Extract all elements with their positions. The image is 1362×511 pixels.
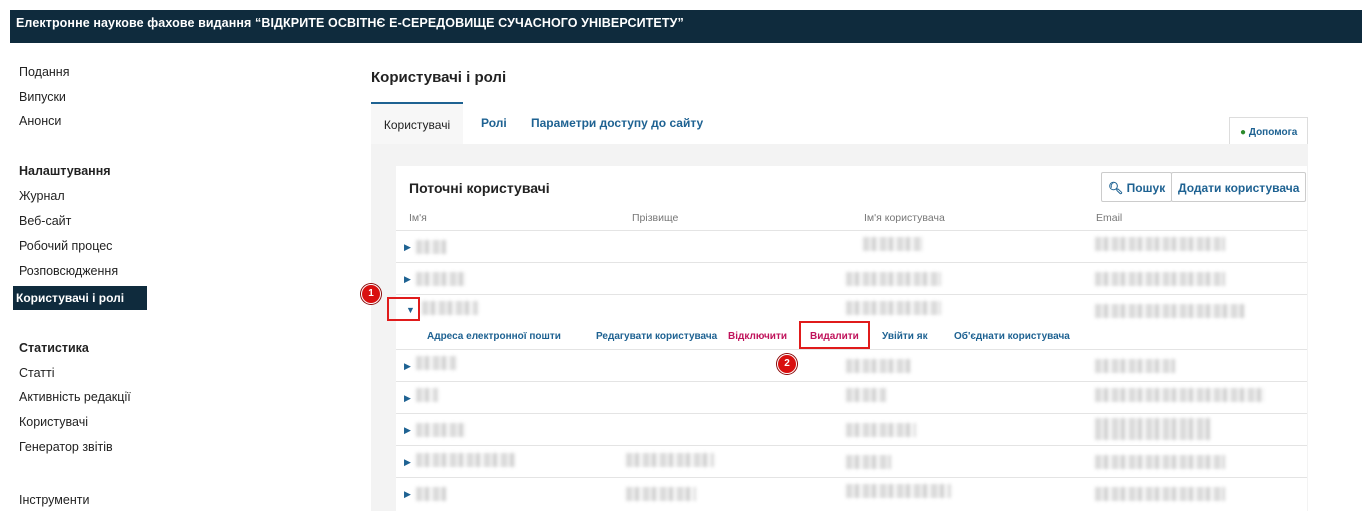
tab-bar: Користувачі Ролі Параметри доступу до са… — [371, 102, 1308, 144]
redacted-email — [1095, 487, 1225, 501]
redacted-email — [1095, 388, 1265, 402]
redacted-email — [1095, 304, 1245, 318]
step-badge-2: 2 — [777, 354, 797, 374]
sidebar-item-editorial-activity[interactable]: Активність редакції — [19, 390, 131, 404]
search-button[interactable]: 🔍︎ Пошук — [1101, 172, 1173, 202]
journal-title: Електронне наукове фахове видання “ВІДКР… — [16, 16, 684, 30]
redacted-email — [1095, 272, 1225, 286]
step-badge-1: 1 — [361, 284, 381, 304]
column-header-username[interactable]: Ім'я користувача — [864, 212, 945, 224]
redacted-username — [846, 272, 941, 286]
merge-user-link[interactable]: Об'єднати користувача — [954, 331, 1070, 342]
expand-arrow-icon[interactable]: ▶ — [404, 457, 411, 468]
add-user-button[interactable]: Додати користувача — [1171, 172, 1307, 202]
expand-arrow-icon[interactable]: ▶ — [404, 393, 411, 404]
table-row[interactable]: ▶ — [396, 262, 1307, 294]
login-as-link[interactable]: Увійти як — [882, 331, 928, 342]
sidebar-item-distribution[interactable]: Розповсюдження — [19, 264, 118, 278]
redacted-first-name — [416, 356, 456, 370]
tab-users[interactable]: Користувачі — [371, 102, 463, 144]
info-icon: ● — [1240, 127, 1247, 138]
column-header-first-name[interactable]: Ім'я — [409, 212, 427, 224]
sidebar-item-journal[interactable]: Журнал — [19, 189, 65, 203]
redacted-username — [846, 455, 891, 469]
disable-user-link[interactable]: Відключити — [728, 331, 787, 342]
redacted-first-name — [416, 487, 446, 501]
redacted-first-name — [422, 301, 478, 315]
sidebar-item-issues[interactable]: Випуски — [19, 90, 66, 104]
search-label: Пошук — [1126, 181, 1166, 195]
redacted-username — [846, 388, 886, 402]
redacted-last-name — [626, 487, 696, 501]
sidebar-item-stats-users[interactable]: Користувачі — [19, 415, 88, 429]
table-row[interactable]: ▶ — [396, 477, 1307, 511]
sidebar-item-submissions[interactable]: Подання — [19, 65, 69, 79]
edit-user-link[interactable]: Редагувати користувача — [596, 331, 717, 342]
redacted-username — [863, 237, 923, 251]
sidebar-item-workflow[interactable]: Робочий процес — [19, 239, 112, 253]
sidebar-heading-statistics: Статистика — [19, 341, 89, 355]
redacted-username — [846, 359, 911, 373]
grid-title: Поточні користувачі — [409, 180, 550, 196]
expand-arrow-icon[interactable]: ▶ — [404, 425, 411, 436]
site-header: Електронне наукове фахове видання “ВІДКР… — [10, 10, 1362, 43]
sidebar-heading-settings: Налаштування — [19, 164, 111, 178]
expand-arrow-icon[interactable]: ▶ — [404, 274, 411, 285]
table-row[interactable]: ▶ — [396, 230, 1307, 262]
redacted-email — [1095, 237, 1225, 251]
redacted-username — [846, 423, 916, 437]
table-row[interactable]: ▶ — [396, 445, 1307, 477]
expand-arrow-icon[interactable]: ▶ — [404, 242, 411, 253]
expand-arrow-icon[interactable]: ▶ — [404, 489, 411, 500]
sidebar-item-website[interactable]: Веб-сайт — [19, 214, 71, 228]
sidebar-item-announcements[interactable]: Анонси — [19, 114, 61, 128]
sidebar-nav: Подання Випуски Анонси Налаштування Журн… — [0, 43, 147, 511]
search-icon: 🔍︎ — [1108, 181, 1124, 195]
help-label: Допомога — [1248, 127, 1298, 138]
highlight-box-delete — [799, 321, 870, 349]
help-button[interactable]: ● Допомога — [1229, 117, 1308, 144]
highlight-box-expand-arrow — [387, 297, 420, 321]
table-row[interactable]: ▶ — [396, 381, 1307, 413]
column-header-last-name[interactable]: Прізвище — [632, 212, 678, 224]
redacted-last-name — [626, 453, 714, 467]
redacted-first-name — [416, 388, 438, 402]
sidebar-item-articles[interactable]: Статті — [19, 366, 55, 380]
table-row[interactable]: ▶ — [396, 413, 1307, 445]
table-row[interactable]: ▶ — [396, 349, 1307, 381]
redacted-first-name — [416, 240, 446, 254]
redacted-first-name — [416, 453, 516, 467]
tab-site-access[interactable]: Параметри доступу до сайту — [531, 102, 703, 144]
tab-roles[interactable]: Ролі — [481, 102, 507, 144]
redacted-username — [846, 484, 951, 498]
sidebar-item-report-generator[interactable]: Генератор звітів — [19, 440, 113, 454]
redacted-first-name — [416, 423, 466, 437]
redacted-username — [846, 301, 941, 315]
redacted-first-name — [416, 272, 466, 286]
page-title: Користувачі і ролі — [371, 69, 507, 86]
sidebar-item-tools[interactable]: Інструменти — [19, 493, 89, 507]
sidebar-item-users-roles[interactable]: Користувачі і ролі — [13, 286, 147, 310]
redacted-email — [1095, 455, 1225, 469]
redacted-email — [1095, 359, 1175, 373]
column-header-email[interactable]: Email — [1096, 212, 1122, 224]
expand-arrow-icon[interactable]: ▶ — [404, 361, 411, 372]
email-user-link[interactable]: Адреса електронної пошти — [427, 331, 561, 342]
redacted-email — [1095, 418, 1210, 440]
